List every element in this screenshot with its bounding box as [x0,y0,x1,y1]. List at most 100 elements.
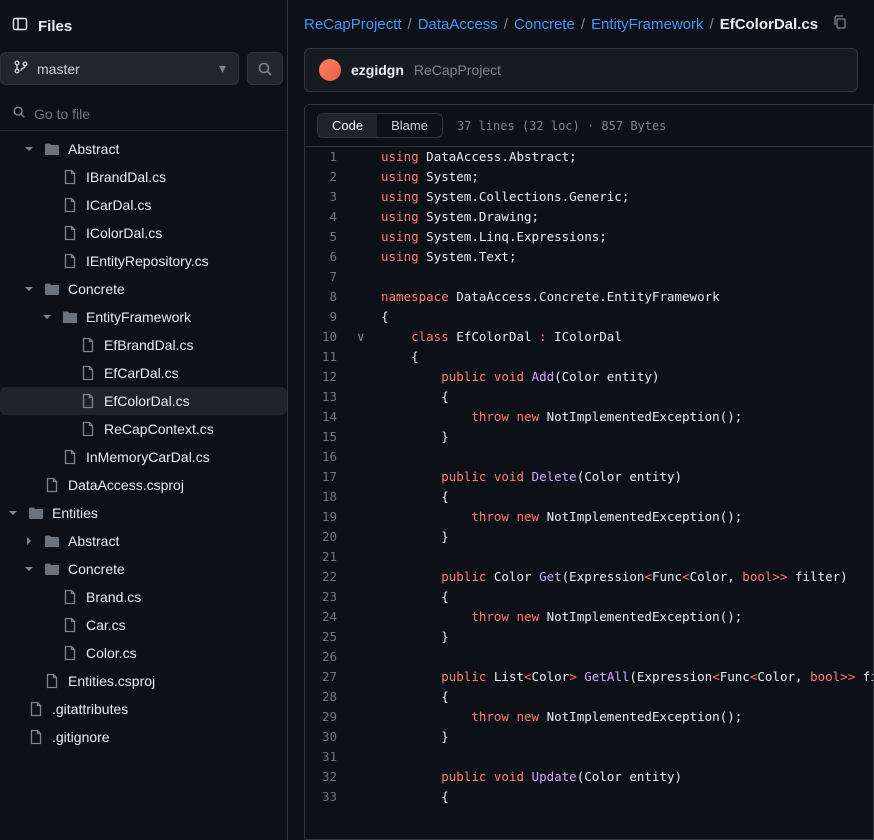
breadcrumb-part[interactable]: EntityFramework [591,16,704,33]
gutter [357,647,381,667]
chevron-icon[interactable] [22,536,36,546]
panel-icon[interactable] [12,16,28,36]
code-box: Code Blame 37 lines (32 loc) · 857 Bytes… [304,104,874,840]
file-ientityrepository[interactable]: IEntityRepository.cs [0,247,287,275]
file-efcolordal[interactable]: EfColorDal.cs [0,387,287,415]
line-number[interactable]: 24 [305,607,357,627]
gutter [357,787,381,807]
contributor-repo: ReCapProject [414,62,501,78]
file-car[interactable]: Car.cs [0,611,287,639]
chevron-icon[interactable] [40,312,54,322]
breadcrumb-separator: / [408,16,412,33]
gutter [357,207,381,227]
line-number[interactable]: 32 [305,767,357,787]
gutter[interactable]: ∨ [357,327,381,347]
file-icon [62,645,78,661]
breadcrumb-separator: / [710,16,714,33]
code-content: { [381,587,449,607]
contributor-user: ezgidgn [351,62,404,78]
file-icon [62,449,78,465]
gutter [357,307,381,327]
tab-code[interactable]: Code [318,114,377,137]
line-number[interactable]: 13 [305,387,357,407]
gutter [357,347,381,367]
tree-item-label: ReCapContext.cs [104,421,214,437]
line-number[interactable]: 9 [305,307,357,327]
line-number[interactable]: 8 [305,287,357,307]
line-number[interactable]: 33 [305,787,357,807]
code-line: 27 public List<Color> GetAll(Expression<… [305,667,873,687]
file-efcardal[interactable]: EfCarDal.cs [0,359,287,387]
line-number[interactable]: 10 [305,327,357,347]
line-number[interactable]: 12 [305,367,357,387]
line-number[interactable]: 17 [305,467,357,487]
line-number[interactable]: 16 [305,447,357,467]
line-number[interactable]: 28 [305,687,357,707]
folder-icon [44,281,60,297]
go-to-file[interactable] [0,97,287,131]
breadcrumb-part[interactable]: DataAccess [418,16,498,33]
line-number[interactable]: 1 [305,147,357,167]
file-icon [80,337,96,353]
code-line: 7 [305,267,873,287]
file-recapcontext[interactable]: ReCapContext.cs [0,415,287,443]
contributor-bar[interactable]: ezgidgn ReCapProject [304,48,858,92]
folder-entities-concrete[interactable]: Concrete [0,555,287,583]
file-inmemorycardal[interactable]: InMemoryCarDal.cs [0,443,287,471]
line-number[interactable]: 18 [305,487,357,507]
folder-entityframework[interactable]: EntityFramework [0,303,287,331]
line-number[interactable]: 30 [305,727,357,747]
line-number[interactable]: 5 [305,227,357,247]
search-button[interactable] [247,52,283,85]
chevron-icon[interactable] [22,144,36,154]
gutter [357,287,381,307]
tab-blame[interactable]: Blame [377,114,442,137]
file-gitignore[interactable]: .gitignore [0,723,287,751]
line-number[interactable]: 15 [305,427,357,447]
line-number[interactable]: 19 [305,507,357,527]
code-content: { [381,387,449,407]
line-number[interactable]: 26 [305,647,357,667]
line-number[interactable]: 7 [305,267,357,287]
code-line: 3using System.Collections.Generic; [305,187,873,207]
folder-abstract[interactable]: Abstract [0,135,287,163]
go-to-file-input[interactable] [34,106,275,122]
code-area[interactable]: 1using DataAccess.Abstract;2using System… [305,147,873,839]
line-number[interactable]: 4 [305,207,357,227]
line-number[interactable]: 21 [305,547,357,567]
line-number[interactable]: 27 [305,667,357,687]
folder-concrete[interactable]: Concrete [0,275,287,303]
tree-item-label: Abstract [68,533,119,549]
line-number[interactable]: 22 [305,567,357,587]
folder-entities-abstract[interactable]: Abstract [0,527,287,555]
line-number[interactable]: 20 [305,527,357,547]
chevron-icon[interactable] [22,564,36,574]
breadcrumb-part[interactable]: ReCapProjectt [304,16,402,33]
line-number[interactable]: 3 [305,187,357,207]
folder-entities[interactable]: Entities [0,499,287,527]
line-number[interactable]: 31 [305,747,357,767]
breadcrumb-part[interactable]: Concrete [514,16,575,33]
sidebar-header: Files [0,0,287,52]
copy-path-icon[interactable] [832,14,848,34]
file-efbranddal[interactable]: EfBrandDal.cs [0,331,287,359]
line-number[interactable]: 14 [305,407,357,427]
file-icardal[interactable]: ICarDal.cs [0,191,287,219]
line-number[interactable]: 25 [305,627,357,647]
file-color[interactable]: Color.cs [0,639,287,667]
line-number[interactable]: 2 [305,167,357,187]
file-entities-csproj[interactable]: Entities.csproj [0,667,287,695]
line-number[interactable]: 23 [305,587,357,607]
chevron-icon[interactable] [6,508,20,518]
file-icolordal[interactable]: IColorDal.cs [0,219,287,247]
file-brand[interactable]: Brand.cs [0,583,287,611]
line-number[interactable]: 11 [305,347,357,367]
code-content: throw new NotImplementedException(); [381,607,742,627]
file-ibranddal[interactable]: IBrandDal.cs [0,163,287,191]
line-number[interactable]: 29 [305,707,357,727]
chevron-icon[interactable] [22,284,36,294]
file-gitattributes[interactable]: .gitattributes [0,695,287,723]
file-dataaccess-csproj[interactable]: DataAccess.csproj [0,471,287,499]
line-number[interactable]: 6 [305,247,357,267]
branch-selector[interactable]: master ▾ [0,52,239,85]
